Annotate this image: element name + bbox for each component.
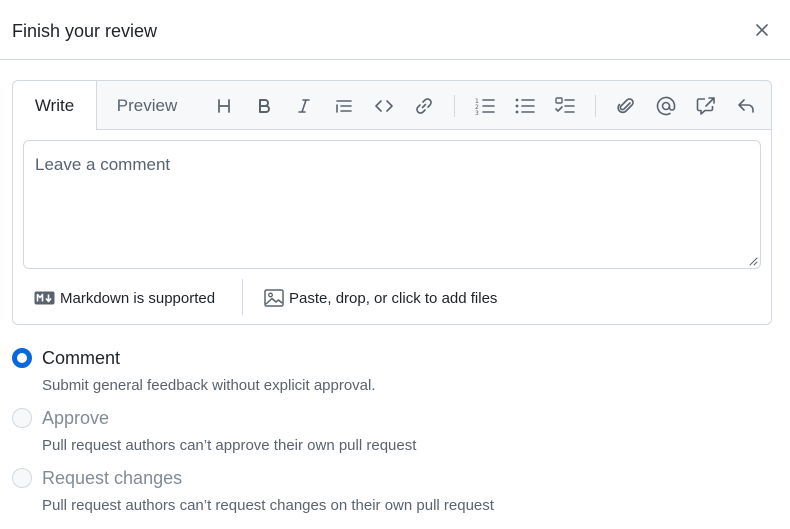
close-button[interactable] xyxy=(748,17,776,43)
image-icon xyxy=(264,289,284,307)
resize-grip-icon[interactable] xyxy=(748,256,758,266)
dialog-header: Finish your review xyxy=(0,0,790,60)
comment-textarea[interactable]: Leave a comment xyxy=(23,140,761,269)
svg-text:3: 3 xyxy=(475,110,479,116)
markdown-note: Markdown is supported xyxy=(60,289,216,307)
comment-placeholder: Leave a comment xyxy=(35,155,171,174)
option-approve: Approve Pull request authors can’t appro… xyxy=(12,408,572,454)
add-files-button[interactable]: Paste, drop, or click to add files xyxy=(264,288,497,308)
quote-icon xyxy=(336,100,352,113)
attach-icon xyxy=(617,98,634,114)
approve-radio[interactable] xyxy=(12,408,32,428)
cross-reference-icon xyxy=(696,97,715,115)
reply-icon xyxy=(738,99,754,113)
heading-icon xyxy=(218,99,230,113)
task-list-button[interactable] xyxy=(552,93,578,119)
toolbar-divider xyxy=(595,95,596,117)
approve-label: Approve xyxy=(42,408,110,428)
ordered-list-icon: 123 xyxy=(475,98,495,116)
markdown-supported-link[interactable]: Markdown is supported xyxy=(34,288,215,308)
editor-toolbar: Write Preview 123 xyxy=(13,81,771,130)
request-changes-description: Pull request authors can’t request chang… xyxy=(42,497,494,514)
dialog-title: Finish your review xyxy=(12,21,158,41)
unordered-list-icon xyxy=(515,98,535,114)
link-button[interactable] xyxy=(411,93,437,119)
reply-button[interactable] xyxy=(733,93,759,119)
option-request-changes: Request changes Pull request authors can… xyxy=(12,468,572,514)
heading-button[interactable] xyxy=(211,93,237,119)
bold-icon xyxy=(259,99,270,113)
italic-icon xyxy=(298,99,310,113)
toolbar-divider xyxy=(454,95,455,117)
request-changes-radio[interactable] xyxy=(12,468,32,488)
request-changes-label: Request changes xyxy=(42,468,183,488)
tab-preview[interactable]: Preview xyxy=(108,81,186,130)
comment-radio[interactable] xyxy=(12,348,32,368)
bold-button[interactable] xyxy=(251,93,277,119)
quote-button[interactable] xyxy=(331,93,357,119)
comment-editor: Write Preview 123 Leave a comment Markdo… xyxy=(12,80,772,325)
approve-description: Pull request authors can’t approve their… xyxy=(42,437,417,454)
tab-write[interactable]: Write xyxy=(13,81,97,130)
code-icon xyxy=(375,100,393,112)
mention-button[interactable] xyxy=(653,93,679,119)
italic-button[interactable] xyxy=(291,93,317,119)
link-icon xyxy=(416,98,432,114)
ordered-list-button[interactable]: 123 xyxy=(472,93,498,119)
files-note: Paste, drop, or click to add files xyxy=(289,289,498,307)
attach-button[interactable] xyxy=(613,93,639,119)
cross-reference-button[interactable] xyxy=(693,93,719,119)
comment-label[interactable]: Comment xyxy=(42,347,120,369)
unordered-list-button[interactable] xyxy=(512,93,538,119)
close-icon xyxy=(756,24,768,36)
footer-divider xyxy=(242,279,243,315)
markdown-icon xyxy=(34,291,55,305)
code-button[interactable] xyxy=(371,93,397,119)
comment-description: Submit general feedback without explicit… xyxy=(42,377,376,394)
task-list-icon xyxy=(555,97,575,113)
mention-icon xyxy=(656,96,676,116)
option-comment: Comment Submit general feedback without … xyxy=(12,347,572,394)
